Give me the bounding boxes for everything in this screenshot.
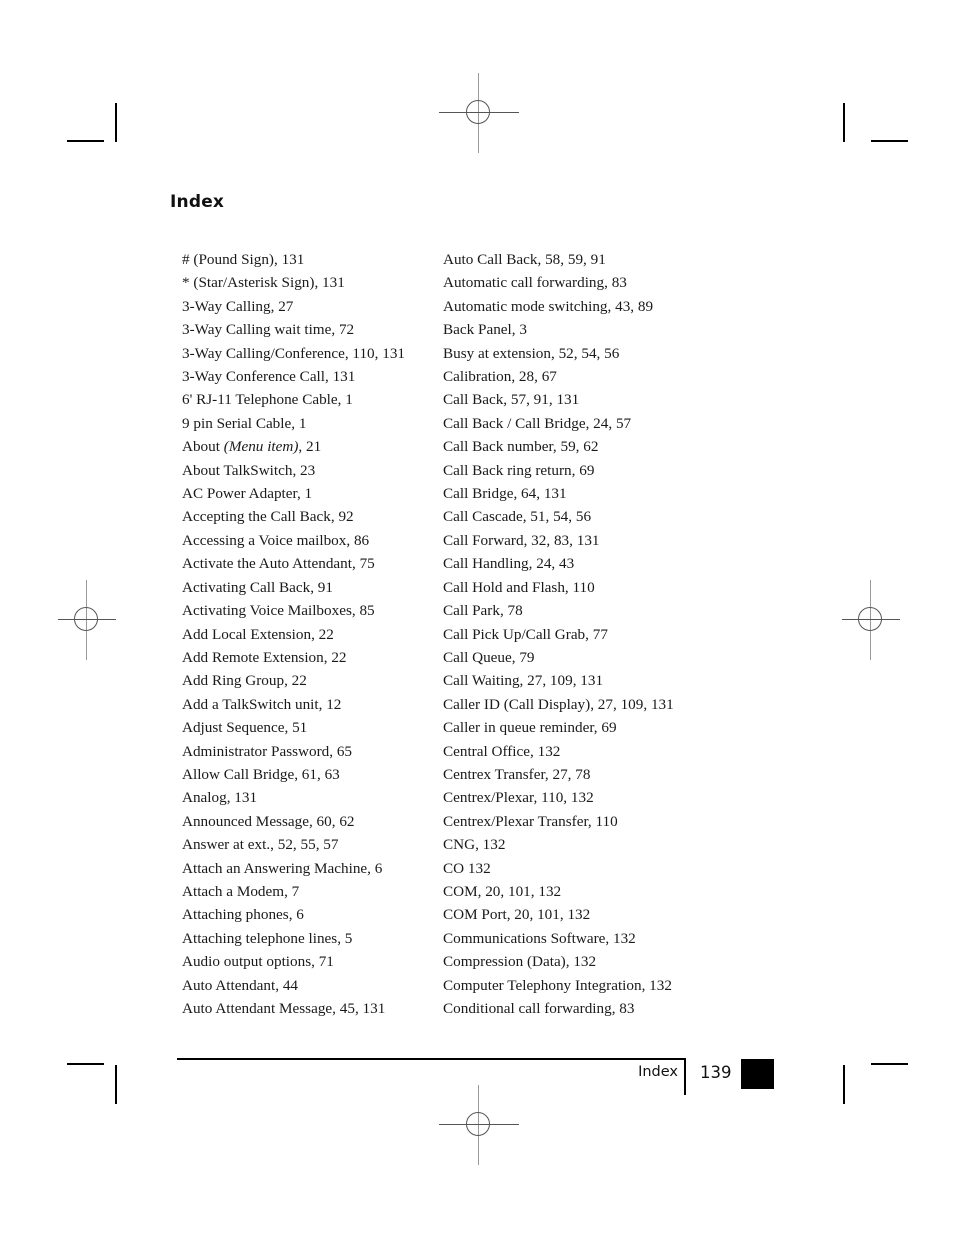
page-footer: Index 139 [0, 1040, 954, 1095]
index-entry: Call Back number, 59, 62 [443, 438, 599, 456]
index-entry: Call Handling, 24, 43 [443, 555, 575, 573]
index-entry: Caller in queue reminder, 69 [443, 719, 617, 737]
index-entry: Automatic mode switching, 43, 89 [443, 297, 654, 315]
index-entry: Activating Call Back, 91 [182, 578, 333, 596]
index-entry: Auto Call Back, 58, 59, 91 [443, 251, 606, 268]
index-entry: Attaching phones, 6 [182, 906, 304, 924]
index-entry: Call Back / Call Bridge, 24, 57 [443, 414, 632, 432]
index-entry: Centrex/Plexar, 110, 132 [443, 789, 594, 807]
footer-section-label: Index [638, 1064, 678, 1080]
index-columns: # (Pound Sign), 131 * (Star/Asterisk Sign… [182, 248, 742, 1020]
index-entry: Communications Software, 132 [443, 929, 636, 947]
index-entry: COM Port, 20, 101, 132 [443, 906, 591, 924]
index-entry: 3-Way Calling, 27 [182, 297, 294, 315]
footer-page-number: 139 [700, 1063, 732, 1082]
index-entry: Calibration, 28, 67 [443, 368, 557, 386]
index-entry: 9 pin Serial Cable, 1 [182, 414, 307, 432]
index-entry: Add Ring Group, 22 [182, 672, 307, 690]
index-entry: Call Waiting, 27, 109, 131 [443, 672, 604, 690]
index-entry: Compression (Data), 132 [443, 953, 597, 971]
document-page: Index # (Pound Sign), 131 * (Star/Asteris… [0, 0, 954, 1235]
index-entry: Add Local Extension, 22 [182, 625, 334, 643]
index-entry: CNG, 132 [443, 836, 506, 854]
index-entry: 3-Way Conference Call, 131 [182, 368, 356, 386]
index-entry: Call Queue, 79 [443, 648, 535, 666]
index-entry: Announced Message, 60, 62 [182, 812, 355, 830]
index-column-right: Auto Call Back, 58, 59, 91 Automatic call… [443, 248, 704, 1020]
index-entry: Busy at extension, 52, 54, 56 [443, 344, 620, 362]
index-entry: Activating Voice Mailboxes, 85 [182, 602, 375, 620]
index-entry: Attaching telephone lines, 5 [182, 929, 353, 947]
index-entry-qualifier: (Menu item) [223, 438, 299, 456]
index-entry: Analog, 131 [182, 789, 258, 807]
index-entry: Call Forward, 32, 83, 131 [443, 531, 600, 549]
index-entry: Call Park, 78 [443, 602, 523, 620]
index-entry: Centrex/Plexar Transfer, 110 [443, 812, 618, 830]
index-entry: Conditional call forwarding, 83 [443, 1000, 635, 1017]
index-entry: Activate the Auto Attendant, 75 [182, 555, 375, 573]
index-entry: Auto Attendant Message, 45, 131 [182, 1000, 386, 1017]
index-entry: Caller ID (Call Display), 27, 109, 131 [443, 695, 674, 713]
index-entry: Audio output options, 71 [182, 953, 334, 971]
index-entry: Add a TalkSwitch unit, 12 [182, 695, 342, 713]
index-entry: Call Bridge, 64, 131 [443, 485, 567, 503]
page-content: Index # (Pound Sign), 131 * (Star/Asteris… [0, 0, 954, 1235]
index-entry: Automatic call forwarding, 83 [443, 274, 627, 292]
index-entry: Call Hold and Flash, 110 [443, 578, 595, 596]
index-entry: * (Star/Asterisk Sign), 131 [182, 274, 345, 292]
footer-tick-rule [684, 1058, 686, 1095]
index-entry: CO 132 [443, 859, 491, 877]
index-entry: Answer at ext., 52, 55, 57 [182, 836, 339, 854]
index-entry: Attach an Answering Machine, 6 [182, 859, 383, 877]
index-entry: Central Office, 132 [443, 742, 561, 760]
index-entry: Centrex Transfer, 27, 78 [443, 765, 591, 783]
index-entry: Call Cascade, 51, 54, 56 [443, 508, 592, 526]
index-entry: 6' RJ-11 Telephone Cable, 1 [182, 391, 353, 409]
index-entry: About (Menu item), 21 [182, 438, 322, 456]
index-entry: Computer Telephony Integration, 132 [443, 976, 672, 994]
index-entry: AC Power Adapter, 1 [182, 485, 313, 503]
index-entry: # (Pound Sign), 131 [182, 251, 305, 268]
index-entry: Attach a Modem, 7 [182, 882, 300, 900]
index-entry: 3-Way Calling/Conference, 110, 131 [182, 344, 406, 362]
page-title: Index [170, 192, 225, 212]
index-entry: Call Back ring return, 69 [443, 461, 595, 479]
index-entry: Accepting the Call Back, 92 [182, 508, 354, 526]
index-entry: COM, 20, 101, 132 [443, 882, 562, 900]
index-entry: About TalkSwitch, 23 [182, 461, 316, 479]
index-entry: Administrator Password, 65 [182, 742, 353, 760]
footer-rule [177, 1058, 686, 1060]
index-entry: Adjust Sequence, 51 [182, 719, 308, 737]
index-entry: Allow Call Bridge, 61, 63 [182, 765, 340, 783]
index-entry: Call Back, 57, 91, 131 [443, 391, 580, 409]
footer-thumb-index-block [741, 1059, 774, 1089]
index-entry: Back Panel, 3 [443, 321, 527, 339]
index-entry: Add Remote Extension, 22 [182, 648, 347, 666]
index-column-left: # (Pound Sign), 131 * (Star/Asterisk Sign… [182, 248, 443, 1020]
index-entry: Accessing a Voice mailbox, 86 [182, 531, 370, 549]
index-entry: Call Pick Up/Call Grab, 77 [443, 625, 608, 643]
index-entry: 3-Way Calling wait time, 72 [182, 321, 355, 339]
index-entry: Auto Attendant, 44 [182, 976, 299, 994]
